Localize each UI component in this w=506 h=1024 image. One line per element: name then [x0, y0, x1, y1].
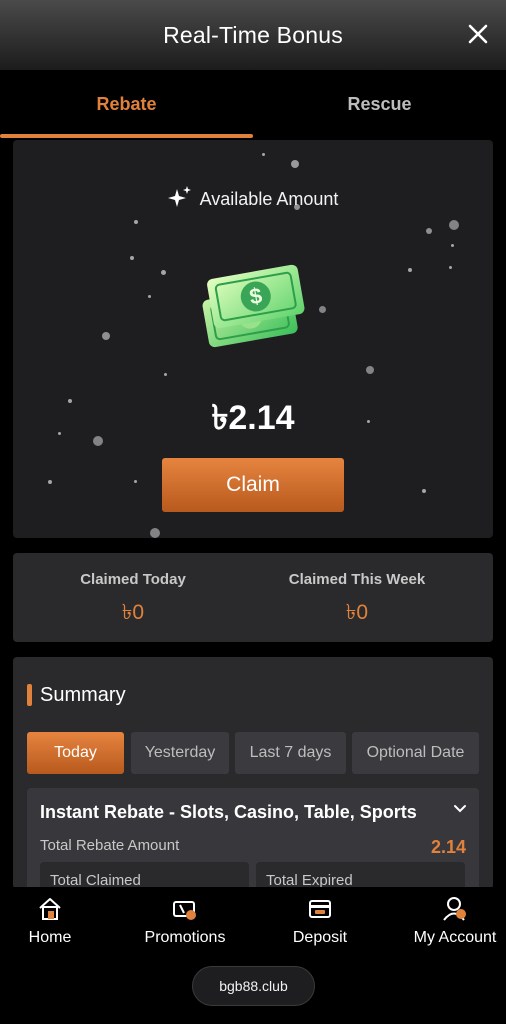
filter-today[interactable]: Today [27, 732, 124, 774]
claim-button[interactable]: Claim [162, 458, 344, 512]
star-dot [451, 244, 454, 247]
available-amount-label: Available Amount [199, 189, 339, 209]
claimed-today-value: ৳0 [121, 601, 145, 624]
star-dot [148, 295, 151, 298]
star-dot [48, 480, 52, 484]
claimed-summary-card: Claimed Today ৳0 Claimed This Week ৳0 [13, 553, 493, 642]
claimed-week-value: ৳0 [345, 601, 369, 624]
instant-rebate-title: Instant Rebate - Slots, Casino, Table, S… [40, 802, 417, 822]
available-amount-label-row: Available Amount [13, 186, 493, 210]
nav-promotions[interactable]: Promotions [122, 895, 248, 947]
star-dot [150, 528, 160, 538]
star-dot [422, 489, 426, 493]
summary-card: Summary Today Yesterday Last 7 days Opti… [13, 657, 493, 889]
total-rebate-value: 2.14 [430, 837, 466, 857]
star-dot [102, 332, 110, 340]
star-dot [134, 220, 138, 224]
filter-last-7-days[interactable]: Last 7 days [235, 732, 346, 774]
nav-deposit-label: Deposit [292, 929, 348, 946]
total-claimed-box: Total Claimed [40, 862, 249, 889]
total-expired-box: Total Expired [256, 862, 465, 889]
home-icon [39, 898, 61, 920]
nav-my-account[interactable]: My Account [392, 895, 506, 947]
nav-home[interactable]: Home [0, 895, 113, 947]
star-dot [366, 366, 374, 374]
available-amount-value: ৳2.14 [211, 399, 295, 437]
nav-deposit[interactable]: Deposit [257, 895, 383, 947]
filter-optional-date[interactable]: Optional Date [352, 732, 479, 774]
domain-pill[interactable]: bgb88.club [192, 966, 315, 1006]
star-dot [291, 160, 299, 168]
star-dot [408, 268, 412, 272]
nav-my-account-label: My Account [413, 929, 497, 946]
claimed-this-week: Claimed This Week ৳0 [237, 571, 477, 631]
claimed-today: Claimed Today ৳0 [13, 571, 253, 631]
promotions-icon [173, 901, 196, 920]
star-dot [449, 220, 459, 230]
tab-rebate[interactable]: Rebate [0, 70, 253, 138]
claimed-today-label: Claimed Today [80, 571, 186, 588]
bottom-nav: Home Promotions Deposit My Account bgb88… [0, 887, 506, 1024]
star-dot [134, 480, 137, 483]
nav-home-label: Home [28, 929, 72, 946]
instant-rebate-panel[interactable]: Instant Rebate - Slots, Casino, Table, S… [27, 788, 479, 889]
chevron-down-icon[interactable] [453, 802, 467, 816]
modal-header: Real-Time Bonus [0, 0, 506, 70]
bonus-tabs: Rebate Rescue [0, 70, 506, 138]
sparkle-icon [167, 186, 191, 207]
claimed-week-label: Claimed This Week [288, 571, 426, 588]
star-dot [449, 266, 452, 269]
star-dot [164, 373, 167, 376]
filter-yesterday[interactable]: Yesterday [131, 732, 229, 774]
star-dot [319, 306, 326, 313]
total-rebate-label: Total Rebate Amount [40, 837, 180, 854]
account-icon [443, 897, 466, 921]
summary-title: Summary [40, 683, 126, 706]
deposit-icon [309, 900, 331, 918]
summary-heading: Summary [27, 683, 126, 707]
available-amount-card: Available Amount $ ৳2.14 Claim [13, 140, 493, 538]
summary-accent-bar [27, 684, 32, 706]
star-dot [426, 228, 432, 234]
star-dot [161, 270, 166, 275]
star-dot [262, 153, 265, 156]
tab-rescue[interactable]: Rescue [253, 70, 506, 138]
modal-title: Real-Time Bonus [163, 21, 343, 48]
nav-promotions-label: Promotions [144, 929, 226, 946]
close-icon[interactable] [468, 24, 488, 44]
star-dot [130, 256, 134, 260]
money-bills-icon: $ [202, 264, 305, 348]
